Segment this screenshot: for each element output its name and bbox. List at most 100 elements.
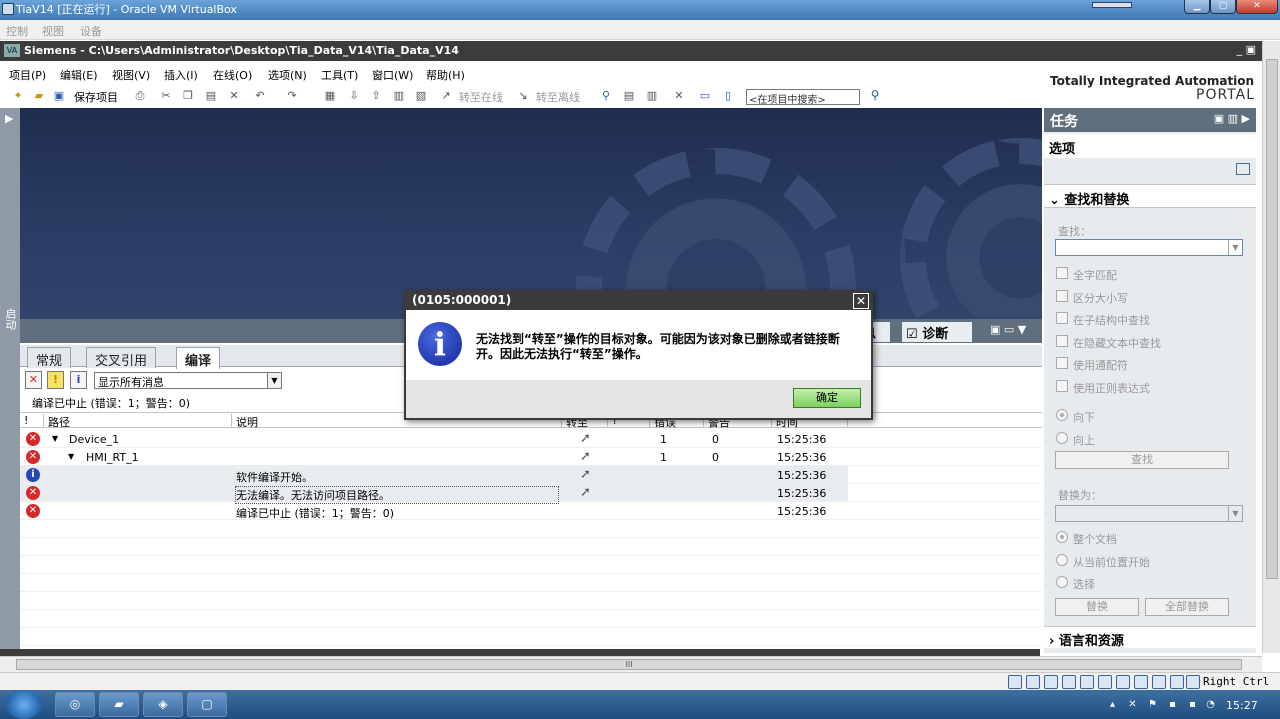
open-project-icon[interactable]: ▰ — [31, 88, 47, 104]
scroll-thumb[interactable] — [1266, 59, 1278, 579]
table-row[interactable]: i 软件编译开始。 ➚ 15:25:36 — [20, 466, 1042, 484]
video-capture-icon[interactable] — [1134, 675, 1148, 689]
find-option-checkbox[interactable] — [1056, 267, 1068, 279]
expand-triangle-icon[interactable]: ▼ — [68, 452, 74, 461]
find-option-checkbox[interactable] — [1056, 334, 1068, 347]
find-button[interactable]: 查找 — [1055, 451, 1229, 469]
compare-icon[interactable]: ▥ — [644, 88, 660, 104]
keyboard-icon[interactable] — [1186, 675, 1200, 689]
direction-down-radio[interactable] — [1056, 409, 1068, 421]
language-resources-section[interactable]: › 语言和资源 — [1044, 626, 1256, 649]
table-row[interactable]: ✕ ▼ Device_1 ➚ 1 0 15:25:36 — [20, 430, 1042, 448]
replace-input[interactable]: ▼ — [1055, 505, 1243, 522]
find-option-checkbox[interactable] — [1056, 312, 1068, 325]
volume-icon[interactable]: ◔ — [1204, 698, 1217, 711]
cpu-icon[interactable] — [1152, 675, 1166, 689]
save-icon[interactable]: ▣ — [51, 88, 67, 104]
optical-drive-icon[interactable] — [1026, 675, 1040, 689]
search-binoculars-icon[interactable]: ⚲ — [866, 88, 884, 106]
start-button[interactable] — [6, 690, 42, 719]
warning-filter-icon[interactable]: ! — [47, 371, 64, 389]
close-editor-icon[interactable]: ✕ — [671, 88, 687, 104]
expand-triangle-icon[interactable]: ▼ — [52, 434, 58, 443]
new-project-icon[interactable]: ✦ — [10, 88, 26, 104]
col-path[interactable]: 路径 — [44, 414, 232, 429]
tia-window-controls[interactable]: _ ▣ — [1237, 43, 1256, 56]
find-option-checkbox[interactable] — [1056, 289, 1068, 302]
goto-arrow-icon[interactable]: ➚ — [580, 467, 591, 482]
project-tree-collapsed[interactable]: ▶ 启动 — [0, 108, 20, 654]
menu-insert[interactable]: 插入(I) — [164, 67, 198, 83]
options-toggle-icon[interactable] — [1236, 163, 1250, 175]
tasks-window-controls[interactable]: ▣ ▥ ▶ — [1214, 112, 1250, 125]
shared-folder-icon[interactable] — [1098, 675, 1112, 689]
scroll-thumb[interactable]: III — [16, 659, 1242, 670]
save-project-button[interactable]: 保存项目 — [74, 89, 118, 105]
tray-app2-icon[interactable]: ▪ — [1186, 698, 1199, 711]
go-online-icon[interactable]: ↗ — [438, 88, 454, 104]
table-row[interactable]: ✕ ▼ HMI_RT_1 ➚ 1 0 15:25:36 — [20, 448, 1042, 466]
vbox-menu-view[interactable]: 视图 — [42, 23, 64, 39]
vertical-scrollbar[interactable] — [1262, 41, 1280, 653]
project-search-input[interactable]: <在项目中搜索> — [746, 89, 860, 106]
usb-icon[interactable] — [1080, 675, 1094, 689]
hdd-icon[interactable] — [1008, 675, 1022, 689]
scope-document-radio[interactable] — [1056, 531, 1068, 543]
vbox-menu-devices[interactable]: 设备 — [80, 23, 102, 39]
redo-icon[interactable]: ↷ — [284, 88, 300, 104]
chevron-down-icon[interactable]: ▼ — [1228, 506, 1242, 521]
table-row[interactable]: ✕ 编译已中止 (错误：1；警告：0) 15:25:36 — [20, 502, 1042, 520]
goto-arrow-icon[interactable]: ➚ — [580, 449, 591, 464]
inspector-window-controls[interactable]: ▣ ▭ ▼ — [990, 323, 1026, 336]
simulation-icon[interactable]: ▥ — [391, 88, 407, 104]
find-replace-section[interactable]: ⌄ 查找和替换 — [1044, 184, 1256, 208]
taskbar-clock[interactable]: 15:27 — [1226, 699, 1258, 712]
mouse-integration-icon[interactable] — [1170, 675, 1184, 689]
maximize-button[interactable]: ▢ — [1210, 0, 1236, 14]
upload-icon[interactable]: ⇧ — [368, 88, 384, 104]
scope-selection-radio[interactable] — [1056, 576, 1068, 588]
close-button[interactable]: ✕ — [1236, 0, 1278, 14]
menu-online[interactable]: 在线(O) — [213, 67, 252, 83]
minimize-button[interactable]: ▁ — [1184, 0, 1210, 14]
paste-icon[interactable]: ▤ — [203, 88, 219, 104]
menu-options[interactable]: 选项(N) — [268, 67, 307, 83]
download-icon[interactable]: ⇩ — [346, 88, 362, 104]
find-input[interactable]: ▼ — [1055, 239, 1243, 256]
horizontal-scrollbar[interactable]: III — [0, 656, 1262, 672]
goto-arrow-icon[interactable]: ➚ — [580, 485, 591, 500]
message-filter-select[interactable]: 显示所有消息 ▼ — [94, 372, 282, 389]
find-option-checkbox[interactable] — [1056, 380, 1068, 392]
audio-icon[interactable] — [1044, 675, 1058, 689]
chevron-down-icon[interactable]: ▼ — [1228, 240, 1242, 255]
goto-arrow-icon[interactable]: ➚ — [580, 431, 591, 446]
display-icon[interactable] — [1116, 675, 1130, 689]
action-center-icon[interactable]: ⚑ — [1146, 698, 1159, 711]
info-filter-icon[interactable]: i — [70, 371, 87, 389]
tab-diagnostics[interactable]: ☑ 诊断 — [902, 322, 972, 342]
menu-edit[interactable]: 编辑(E) — [60, 67, 98, 83]
dialog-close-button[interactable]: ✕ — [853, 293, 869, 309]
compile-icon[interactable]: ▦ — [322, 88, 338, 104]
tab-cross-reference[interactable]: 交叉引用 — [86, 347, 157, 369]
direction-up-radio[interactable] — [1056, 432, 1068, 444]
vbox-menu-control[interactable]: 控制 — [6, 23, 28, 39]
print-icon[interactable]: ⎙ — [132, 88, 148, 104]
accessible-devices-icon[interactable]: ⚲ — [598, 88, 614, 104]
chrome-icon[interactable]: ◎ — [55, 692, 95, 717]
menu-help[interactable]: 帮助(H) — [426, 67, 465, 83]
menu-view[interactable]: 视图(V) — [112, 67, 150, 83]
window-task-icon[interactable]: ▢ — [187, 692, 227, 717]
show-hidden-icon[interactable]: ▴ — [1106, 698, 1119, 711]
options-section[interactable]: 选项 — [1044, 134, 1256, 158]
menu-tools[interactable]: 工具(T) — [321, 67, 358, 83]
stop-sim-icon[interactable]: ▧ — [413, 88, 429, 104]
network-tray-icon[interactable]: ✕ — [1126, 698, 1139, 711]
col-status[interactable]: ! — [20, 414, 44, 428]
delete-icon[interactable]: ✕ — [226, 88, 242, 104]
go-online-button[interactable]: 转至在线 — [459, 89, 503, 105]
go-offline-button[interactable]: 转至离线 — [536, 89, 580, 105]
scope-current-radio[interactable] — [1056, 554, 1068, 566]
error-filter-icon[interactable]: ✕ — [25, 371, 42, 389]
network-icon[interactable] — [1062, 675, 1076, 689]
